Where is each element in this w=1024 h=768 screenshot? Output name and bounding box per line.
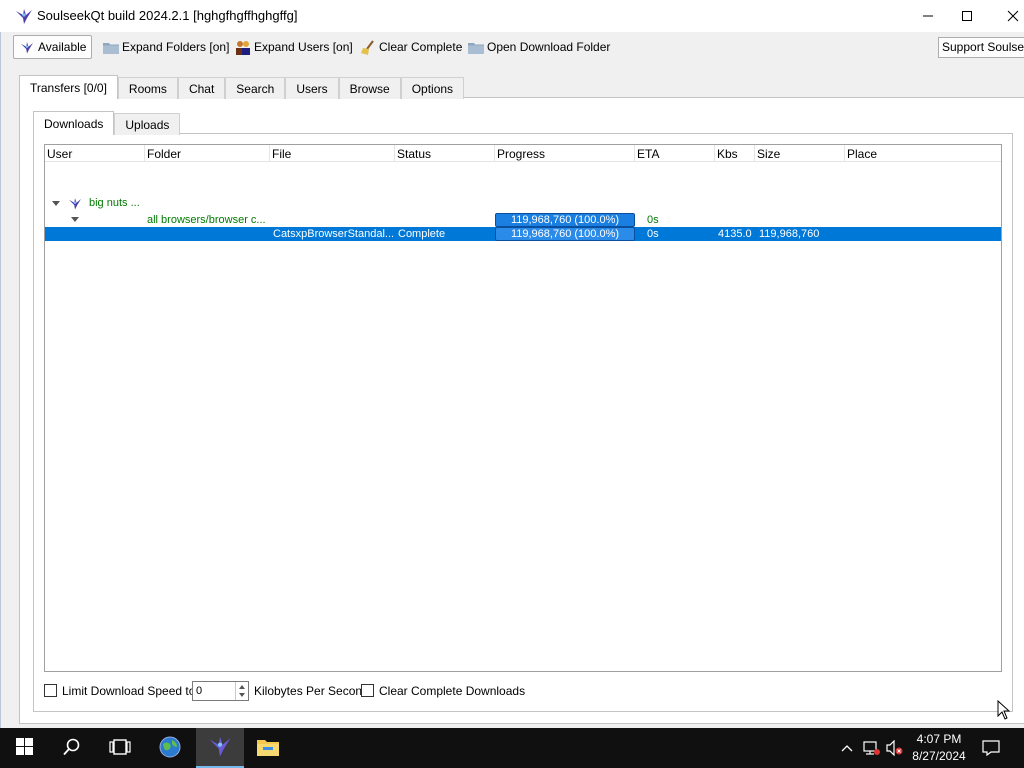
tab-browse[interactable]: Browse — [338, 77, 401, 99]
folder-icon — [102, 40, 119, 55]
expand-users-button[interactable]: Expand Users [on] — [230, 35, 357, 59]
table-row-folder[interactable]: all browsers/browser c... 119,968,760 (1… — [45, 213, 1001, 227]
action-center-notifications-icon[interactable] — [982, 739, 1000, 757]
spin-buttons[interactable] — [235, 682, 248, 700]
taskbar-file-explorer[interactable] — [244, 728, 292, 768]
windows-logo-icon — [15, 738, 33, 758]
window-title: SoulseekQt build 2024.2.1 [hghgfhgffhghg… — [37, 8, 298, 23]
limit-speed-checkbox[interactable] — [44, 684, 57, 697]
clear-complete-label: Clear Complete — [379, 40, 463, 54]
start-button[interactable] — [0, 728, 48, 768]
file-progress-bar: 119,968,760 (100.0%) — [495, 227, 635, 241]
tab-downloads[interactable]: Downloads — [33, 111, 115, 135]
task-view-button[interactable] — [96, 728, 144, 768]
tab-transfers[interactable]: Transfers [0/0] — [19, 75, 118, 99]
kilobytes-per-second-label: Kilobytes Per Second — [254, 684, 369, 698]
tab-users[interactable]: Users — [285, 77, 339, 99]
column-header-progress[interactable]: Progress — [495, 145, 635, 162]
tab-options[interactable]: Options — [400, 77, 465, 99]
expand-folders-button[interactable]: Expand Folders [on] — [98, 35, 233, 59]
spin-down-arrow-icon[interactable] — [239, 693, 245, 697]
network-icon[interactable] — [862, 739, 880, 757]
taskbar: 4:07 PM 8/27/2024 — [0, 728, 1024, 768]
file-place — [847, 227, 997, 241]
sub-tab-bar: Downloads Uploads — [33, 111, 181, 135]
expand-users-label: Expand Users [on] — [254, 40, 353, 54]
status-label: Available — [38, 40, 87, 54]
file-explorer-icon — [257, 738, 279, 759]
show-hidden-icons-chevron-up-icon[interactable] — [838, 739, 856, 757]
toolbar: Available Expand Folders [on] Expand Use… — [1, 32, 1024, 62]
file-kbs: 4135.0 — [718, 228, 752, 240]
file-eta: 0s — [647, 228, 659, 240]
globe-browser-icon — [158, 735, 182, 762]
taskbar-search-button[interactable] — [48, 728, 96, 768]
soulseek-bird-icon — [67, 196, 83, 214]
folder-eta: 0s — [647, 214, 659, 226]
system-clock[interactable]: 4:07 PM 8/27/2024 — [900, 731, 978, 765]
column-header-eta[interactable]: ETA — [635, 145, 715, 162]
soulseek-bird-icon — [18, 40, 35, 55]
table-header: User Folder File Status Progress ETA Kbs… — [45, 145, 1001, 162]
file-size: 119,968,760 — [759, 228, 820, 240]
speed-limit-spinbox[interactable] — [192, 681, 249, 701]
status-available-button[interactable]: Available — [13, 35, 92, 59]
open-download-folder-label: Open Download Folder — [487, 40, 611, 54]
broom-icon — [359, 39, 376, 55]
downloads-table[interactable]: User Folder File Status Progress ETA Kbs… — [44, 144, 1002, 672]
collapse-arrow-icon[interactable] — [71, 217, 79, 222]
folder-name: all browsers/browser c... — [147, 214, 266, 226]
table-row-user[interactable]: big nuts ... — [45, 196, 1001, 212]
clock-date: 8/27/2024 — [912, 749, 966, 763]
support-soulseek-button[interactable]: Support Soulseek — [938, 37, 1024, 58]
title-bar: SoulseekQt build 2024.2.1 [hghgfhgffhghg… — [0, 0, 1024, 32]
column-header-kbs[interactable]: Kbs — [715, 145, 755, 162]
clear-complete-downloads-label: Clear Complete Downloads — [379, 684, 526, 698]
taskbar-browser-app[interactable] — [146, 728, 194, 768]
user-name: big nuts ... — [89, 197, 140, 209]
spin-up-arrow-icon[interactable] — [239, 685, 245, 689]
folder-progress-bar: 119,968,760 (100.0%) — [495, 213, 635, 227]
file-name: CatsxpBrowserStandal... — [273, 228, 393, 240]
column-header-user[interactable]: User — [45, 145, 145, 162]
open-download-folder-button[interactable]: Open Download Folder — [463, 35, 614, 59]
table-row-file[interactable]: CatsxpBrowserStandal... Complete 119,968… — [45, 227, 1001, 241]
users-icon — [234, 40, 251, 55]
mouse-cursor-icon — [997, 699, 1011, 723]
column-header-size[interactable]: Size — [755, 145, 845, 162]
collapse-arrow-icon[interactable] — [52, 201, 60, 206]
folder-icon — [467, 40, 484, 55]
close-button[interactable] — [990, 0, 1024, 32]
main-tab-bar: Transfers [0/0] Rooms Chat Search Users … — [19, 75, 465, 99]
search-icon — [63, 738, 81, 759]
column-header-file[interactable]: File — [270, 145, 395, 162]
task-view-icon — [109, 738, 131, 758]
clear-complete-button[interactable]: Clear Complete — [355, 35, 466, 59]
soulseek-bird-icon — [14, 6, 34, 26]
column-header-place[interactable]: Place — [845, 145, 1001, 162]
taskbar-soulseek-app[interactable] — [196, 728, 244, 768]
column-header-status[interactable]: Status — [395, 145, 495, 162]
tab-uploads[interactable]: Uploads — [114, 113, 181, 135]
soulseek-bird-icon — [207, 733, 233, 762]
expand-folders-label: Expand Folders [on] — [122, 40, 230, 54]
tab-rooms[interactable]: Rooms — [117, 77, 178, 99]
clear-complete-downloads-checkbox[interactable] — [361, 684, 374, 697]
app-window: Available Expand Folders [on] Expand Use… — [0, 32, 1024, 728]
clock-time: 4:07 PM — [916, 732, 962, 746]
tab-search[interactable]: Search — [225, 77, 286, 99]
limit-speed-label: Limit Download Speed to — [62, 684, 196, 698]
file-status: Complete — [398, 228, 446, 240]
speed-limit-input[interactable] — [193, 682, 235, 700]
tab-chat[interactable]: Chat — [177, 77, 226, 99]
column-header-folder[interactable]: Folder — [145, 145, 270, 162]
download-options-bar: Limit Download Speed to Kilobytes Per Se… — [44, 680, 1002, 701]
maximize-button[interactable] — [944, 0, 990, 32]
